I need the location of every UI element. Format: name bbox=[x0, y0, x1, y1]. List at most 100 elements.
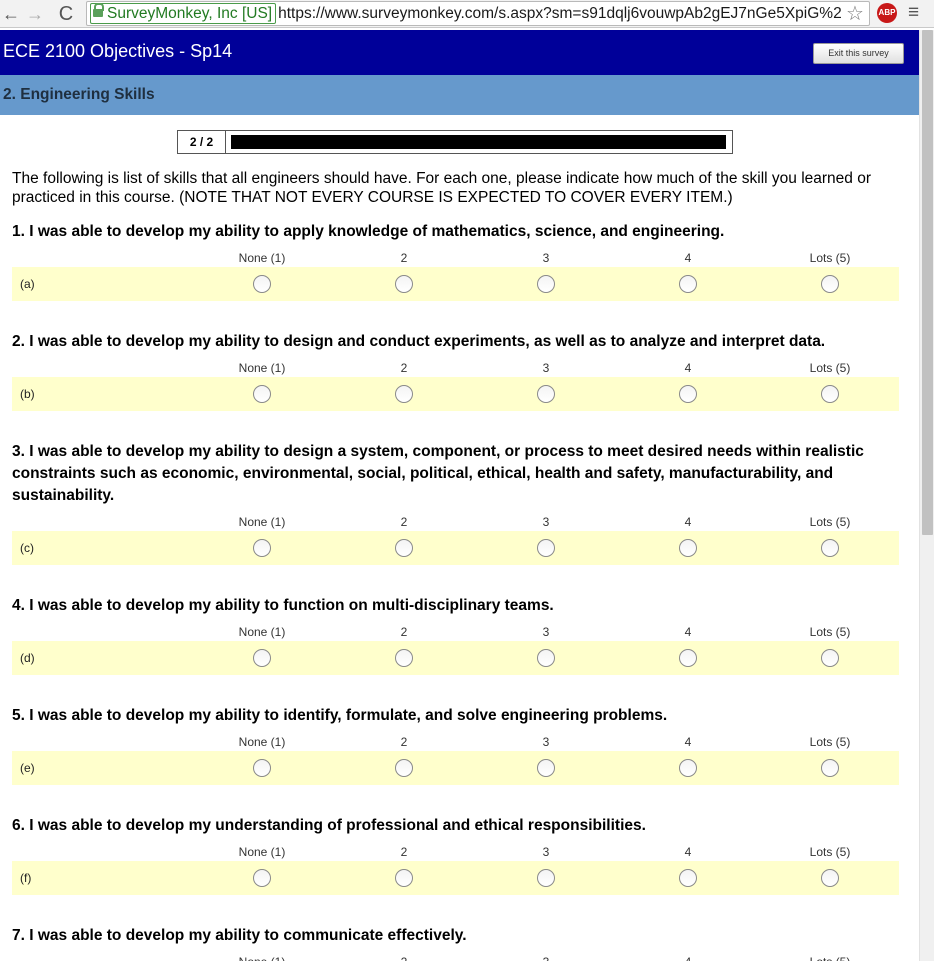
scale-label: 4 bbox=[684, 735, 692, 749]
survey-instructions: The following is list of skills that all… bbox=[12, 170, 871, 206]
survey-title: ECE 2100 Objectives - Sp14 bbox=[3, 41, 233, 61]
rating-radio-2[interactable] bbox=[395, 275, 413, 293]
scale-label: 3 bbox=[542, 361, 550, 375]
rating-radio-1[interactable] bbox=[253, 539, 271, 557]
url-text[interactable]: https://www.surveymonkey.com/s.aspx?sm=s… bbox=[278, 5, 842, 22]
back-arrow-icon[interactable]: ← bbox=[0, 3, 22, 25]
scale-label: 2 bbox=[400, 845, 408, 859]
scale-label: None (1) bbox=[217, 955, 307, 961]
rating-radio-5[interactable] bbox=[821, 275, 839, 293]
scale-label: 2 bbox=[400, 361, 408, 375]
scale-labels: None (1) 2 3 4 Lots (5) bbox=[0, 625, 919, 641]
rating-radio-5[interactable] bbox=[821, 869, 839, 887]
rating-radio-4[interactable] bbox=[679, 649, 697, 667]
rating-radio-2[interactable] bbox=[395, 869, 413, 887]
rating-radio-1[interactable] bbox=[253, 649, 271, 667]
row-label: (d) bbox=[20, 651, 35, 665]
scale-label: None (1) bbox=[238, 735, 286, 749]
rating-radio-4[interactable] bbox=[679, 869, 697, 887]
rating-radio-1[interactable] bbox=[253, 869, 271, 887]
rating-radio-1[interactable] bbox=[253, 759, 271, 777]
scale-label: 2 bbox=[400, 251, 408, 265]
scale-label: Lots (5) bbox=[809, 515, 851, 529]
row-label: (a) bbox=[20, 277, 35, 291]
scale-label: 4 bbox=[684, 515, 692, 529]
rating-radio-2[interactable] bbox=[395, 649, 413, 667]
rating-radio-2[interactable] bbox=[395, 759, 413, 777]
scale-label: 3 bbox=[542, 735, 550, 749]
scale-label: 3 bbox=[542, 515, 550, 529]
question-title: 5. I was able to develop my ability to i… bbox=[12, 707, 668, 724]
scale-label: 3 bbox=[542, 845, 550, 859]
rating-radio-2[interactable] bbox=[395, 385, 413, 403]
scale-label: 4 bbox=[684, 845, 692, 859]
ev-certificate-badge[interactable]: SurveyMonkey, Inc [US] bbox=[90, 3, 277, 24]
scale-labels: None (1) 2 3 4 Lots (5) bbox=[0, 361, 919, 377]
scale-label: 3 bbox=[542, 625, 550, 639]
address-bar[interactable]: SurveyMonkey, Inc [US] https://www.survey… bbox=[86, 1, 870, 26]
progress-fill bbox=[231, 135, 726, 149]
rating-radio-3[interactable] bbox=[537, 649, 555, 667]
rating-radio-5[interactable] bbox=[821, 649, 839, 667]
rating-radio-1[interactable] bbox=[253, 275, 271, 293]
scale-label: Lots (5) bbox=[809, 625, 851, 639]
rating-radio-1[interactable] bbox=[253, 385, 271, 403]
rating-radio-5[interactable] bbox=[821, 385, 839, 403]
scale-label: None (1) bbox=[238, 251, 286, 265]
scale-label: Lots (5) bbox=[809, 361, 851, 375]
scale-label: 4 bbox=[684, 361, 692, 375]
scale-label: None (1) bbox=[238, 845, 286, 859]
answer-row: (b) bbox=[12, 377, 899, 411]
rating-radio-4[interactable] bbox=[679, 759, 697, 777]
rating-radio-5[interactable] bbox=[821, 759, 839, 777]
scale-label: Lots (5) bbox=[785, 955, 875, 961]
rating-radio-4[interactable] bbox=[679, 385, 697, 403]
row-label: (f) bbox=[20, 871, 32, 885]
scale-label: 2 bbox=[400, 625, 408, 639]
scale-label: None (1) bbox=[238, 361, 286, 375]
scrollbar-thumb[interactable] bbox=[922, 30, 933, 535]
scale-label: 3 bbox=[501, 955, 591, 961]
progress-indicator: 2 / 2 bbox=[177, 130, 733, 154]
page-heading-bar: 2. Engineering Skills bbox=[0, 75, 919, 115]
page-scrollbar[interactable] bbox=[919, 30, 934, 961]
rating-radio-5[interactable] bbox=[821, 539, 839, 557]
scale-label: 2 bbox=[400, 735, 408, 749]
question-title: 6. I was able to develop my understandin… bbox=[12, 817, 646, 834]
browser-toolbar: ← → C SurveyMonkey, Inc [US] https://www.… bbox=[0, 0, 934, 28]
reload-icon[interactable]: C bbox=[55, 3, 77, 25]
row-label: (c) bbox=[20, 541, 34, 555]
scale-labels: None (1) 2 3 4 Lots (5) bbox=[0, 515, 919, 531]
browser-menu-icon[interactable]: ≡ bbox=[908, 2, 919, 24]
forward-arrow-icon[interactable]: → bbox=[24, 3, 46, 25]
rating-radio-3[interactable] bbox=[537, 539, 555, 557]
page-heading: 2. Engineering Skills bbox=[3, 86, 155, 103]
answer-row: (e) bbox=[12, 751, 899, 785]
progress-label: 2 / 2 bbox=[178, 131, 226, 153]
rating-radio-4[interactable] bbox=[679, 539, 697, 557]
ev-certificate-label: SurveyMonkey, Inc [US] bbox=[107, 5, 273, 22]
rating-radio-4[interactable] bbox=[679, 275, 697, 293]
scale-label: 4 bbox=[684, 625, 692, 639]
question-title: 4. I was able to develop my ability to f… bbox=[12, 597, 554, 614]
question-title: 7. I was able to develop my ability to c… bbox=[12, 927, 467, 944]
rating-radio-3[interactable] bbox=[537, 869, 555, 887]
rating-radio-3[interactable] bbox=[537, 759, 555, 777]
scale-label: 4 bbox=[684, 251, 692, 265]
progress-track bbox=[231, 135, 726, 149]
answer-row: (c) bbox=[12, 531, 899, 565]
row-label: (b) bbox=[20, 387, 35, 401]
scale-label: 2 bbox=[359, 955, 449, 961]
adblock-icon[interactable]: ABP bbox=[877, 3, 897, 23]
exit-survey-button[interactable]: Exit this survey bbox=[813, 43, 904, 64]
question-title: 3. I was able to develop my ability to d… bbox=[12, 443, 864, 504]
scale-label: Lots (5) bbox=[809, 845, 851, 859]
scale-label: Lots (5) bbox=[809, 251, 851, 265]
rating-radio-2[interactable] bbox=[395, 539, 413, 557]
bookmark-star-icon[interactable]: ☆ bbox=[846, 1, 864, 26]
rating-radio-3[interactable] bbox=[537, 275, 555, 293]
rating-radio-3[interactable] bbox=[537, 385, 555, 403]
scale-labels: None (1) 2 3 4 Lots (5) bbox=[0, 955, 919, 961]
scale-label: Lots (5) bbox=[809, 735, 851, 749]
answer-row: (a) bbox=[12, 267, 899, 301]
